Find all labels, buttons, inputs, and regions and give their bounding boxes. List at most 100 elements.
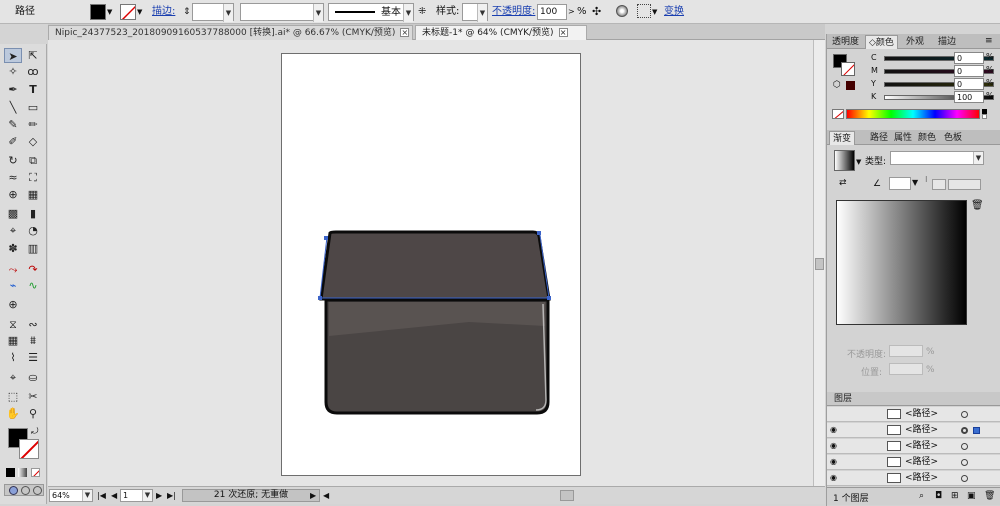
undo-status: 21 次还原; 无重做 — [182, 489, 320, 502]
out-of-gamut-icon[interactable]: ⬡ — [833, 80, 841, 90]
percent-label: % — [926, 365, 935, 375]
white-quick-swatch[interactable] — [982, 114, 987, 119]
prev-artboard-icon[interactable]: ◀ — [111, 490, 117, 501]
aspect-value-field[interactable] — [948, 179, 981, 190]
tab-label: 颜色 — [875, 38, 894, 48]
panel-menu-icon[interactable]: ≡ — [985, 36, 993, 46]
tab-transparency[interactable]: 透明度 — [829, 35, 862, 49]
tab-layers[interactable]: 图层 — [831, 392, 855, 406]
next-artboard-icon[interactable]: ▶ — [156, 490, 162, 501]
cyan-value[interactable]: 0 — [954, 52, 984, 64]
gradient-slider[interactable] — [836, 200, 967, 325]
new-sublayer-icon[interactable]: ⊞ — [951, 491, 959, 501]
anchor-point[interactable] — [547, 296, 551, 300]
target-circle-icon[interactable] — [961, 475, 968, 482]
layers-footer: 1 个图层 ⌕ ◘ ⊞ ▣ 🗑 — [827, 487, 1000, 505]
none-color-button[interactable] — [832, 109, 844, 119]
status-bar: 64% ▼ |◀ ◀ 1 ▼ ▶ ▶| 21 次还原; 无重做 ▶ ◀ — [48, 486, 825, 504]
layer-thumbnail — [887, 425, 901, 435]
layer-thumbnail — [887, 473, 901, 483]
status-menu-icon[interactable]: ▶ — [310, 490, 316, 501]
delete-layer-icon[interactable]: 🗑 — [984, 491, 995, 501]
gradient-position-label: 位置: — [861, 368, 883, 378]
none-swatch-icon — [843, 64, 854, 75]
color-spectrum-bar[interactable] — [846, 109, 980, 119]
new-layer-icon[interactable]: ▣ — [967, 491, 976, 501]
eye-icon[interactable]: ◉ — [830, 474, 840, 482]
chevron-down-icon: ▼ — [142, 490, 152, 501]
target-circle-icon[interactable] — [961, 411, 968, 418]
locate-object-icon[interactable]: ⌕ — [919, 491, 924, 501]
chevron-down-icon[interactable]: ▼ — [856, 158, 861, 166]
tab-attributes[interactable]: 属性 — [891, 131, 915, 145]
channel-label: C — [871, 53, 877, 62]
layer-row[interactable]: ◉ <路径> — [827, 455, 1000, 470]
layer-name: <路径> — [905, 441, 939, 451]
trash-icon[interactable]: 🗑 — [971, 200, 984, 211]
hscroll-thumb[interactable] — [560, 490, 574, 501]
layer-row[interactable]: ◉ <路径> — [827, 471, 1000, 486]
vertical-scrollbar[interactable] — [813, 40, 825, 486]
target-circle-icon[interactable] — [961, 443, 968, 450]
channel-label: Y — [871, 79, 876, 88]
zoom-field[interactable]: 64% ▼ — [49, 489, 93, 502]
layer-name: <路径> — [905, 473, 939, 483]
first-artboard-icon[interactable]: |◀ — [97, 490, 106, 501]
eye-icon[interactable]: ◉ — [830, 442, 840, 450]
gradient-type-select[interactable]: ▼ — [890, 151, 984, 165]
gamut-swatch[interactable] — [846, 81, 855, 90]
tab-gradient[interactable]: 渐变 — [829, 131, 856, 145]
aspect-ratio-icon: ⁝ — [925, 175, 928, 184]
layer-row[interactable]: ◉ <路径> — [827, 439, 1000, 454]
tab-swatches[interactable]: 色板 — [941, 131, 965, 145]
scroll-left-icon[interactable]: ◀ — [323, 490, 329, 501]
cyan-slider-row: C 0 % — [871, 52, 1000, 65]
artboard-number: 1 — [123, 491, 129, 500]
black-value[interactable]: 100 — [954, 91, 984, 103]
percent-label: % — [986, 52, 994, 61]
layer-thumbnail — [887, 457, 901, 467]
target-circle-icon[interactable] — [961, 427, 968, 434]
layers-panel-tabs: 图层 — [827, 392, 1000, 406]
last-artboard-icon[interactable]: ▶| — [167, 490, 176, 501]
gradient-opacity-label: 不透明度: — [847, 350, 887, 360]
anchor-point[interactable] — [318, 296, 322, 300]
selection-indicator — [973, 427, 980, 434]
chevron-down-icon: ▼ — [82, 490, 92, 501]
gradient-preview[interactable] — [834, 150, 855, 171]
percent-label: % — [986, 65, 994, 74]
panel-dock: 透明度 ◇颜色 外观 描边 ≡ ⬡ C 0 % M 0 % Y 0 % K 10… — [826, 34, 1000, 506]
channel-label: K — [871, 92, 877, 101]
layer-row[interactable]: <路径> — [827, 407, 1000, 422]
tab-appearance[interactable]: 外观 — [903, 35, 927, 49]
scroll-thumb[interactable] — [815, 258, 824, 270]
eye-icon[interactable]: ◉ — [830, 426, 840, 434]
yellow-value[interactable]: 0 — [954, 78, 984, 90]
zoom-value: 64% — [52, 491, 70, 500]
target-circle-icon[interactable] — [961, 459, 968, 466]
clipping-mask-icon[interactable]: ◘ — [935, 491, 942, 501]
layer-name: <路径> — [905, 409, 939, 419]
tablet-top-shape[interactable] — [319, 230, 551, 301]
gradient-position-field[interactable] — [889, 363, 923, 375]
anchor-point[interactable] — [537, 231, 541, 235]
layer-row[interactable]: ◉ <路径> — [827, 423, 1000, 438]
reverse-gradient-icon[interactable]: ⇄ — [839, 178, 847, 188]
gradient-opacity-field[interactable] — [889, 345, 923, 357]
color-panel-stroke[interactable] — [841, 62, 855, 76]
tab-color[interactable]: ◇颜色 — [865, 35, 898, 49]
layer-thumbnail — [887, 409, 901, 419]
tab-stroke[interactable]: 描边 — [935, 35, 959, 49]
anchor-point[interactable] — [324, 236, 328, 240]
tab-pathfinder[interactable]: 路径 — [867, 131, 891, 145]
angle-dropdown-icon[interactable]: ▼ — [912, 178, 918, 187]
black-slider-row: K 100 % — [871, 91, 1000, 104]
artboard-number-field[interactable]: 1 ▼ — [120, 489, 153, 502]
aspect-field[interactable] — [932, 179, 946, 190]
tab-color-guide[interactable]: 颜色 — [915, 131, 939, 145]
chevron-down-icon: ▼ — [973, 152, 983, 164]
eye-icon[interactable]: ◉ — [830, 458, 840, 466]
color-tab-diamond-icon: ◇ — [869, 38, 876, 48]
magenta-value[interactable]: 0 — [954, 65, 984, 77]
angle-field[interactable] — [889, 177, 911, 190]
